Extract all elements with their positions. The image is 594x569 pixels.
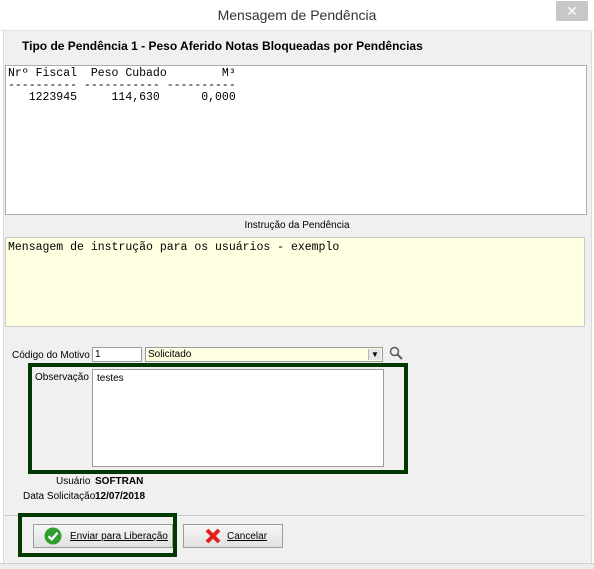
highlight-frame-enviar	[18, 513, 177, 557]
data-solicitacao-value: 12/07/2018	[95, 491, 146, 502]
usuario-value: SOFTRAN	[95, 476, 144, 487]
notas-text-area[interactable]: Nrº Fiscal Peso Cubado M³ ---------- ---…	[5, 65, 587, 215]
window-title: Mensagem de Pendência	[217, 7, 377, 23]
motivo-selected-value: Solicitado	[148, 349, 192, 360]
motivo-label: Código do Motivo	[12, 350, 90, 361]
pendencia-heading: Tipo de Pendência 1 - Peso Aferido Notas…	[22, 39, 423, 53]
red-x-icon	[205, 528, 221, 544]
title-bar: Mensagem de Pendência ✕	[0, 0, 594, 31]
motivo-code-input[interactable]: 1	[92, 347, 142, 362]
cancelar-button-label: Cancelar	[227, 531, 268, 542]
instruction-text-area[interactable]: Mensagem de instrução para os usuários -…	[5, 237, 585, 327]
chevron-down-icon[interactable]: ▼	[368, 349, 381, 360]
instruction-label: Instrução da Pendência	[244, 220, 350, 231]
motivo-select[interactable]: Solicitado ▼	[145, 347, 383, 362]
data-solicitacao-label: Data Solicitação	[23, 491, 96, 502]
bottom-strip	[0, 563, 594, 569]
highlight-frame-observacao	[28, 363, 408, 474]
cancelar-button[interactable]: Cancelar	[183, 524, 283, 548]
magnifier-icon[interactable]	[389, 346, 403, 360]
table-row: 1223945 114,630 0,000	[8, 91, 236, 104]
usuario-label: Usuário	[56, 476, 91, 487]
close-button[interactable]: ✕	[556, 1, 588, 21]
